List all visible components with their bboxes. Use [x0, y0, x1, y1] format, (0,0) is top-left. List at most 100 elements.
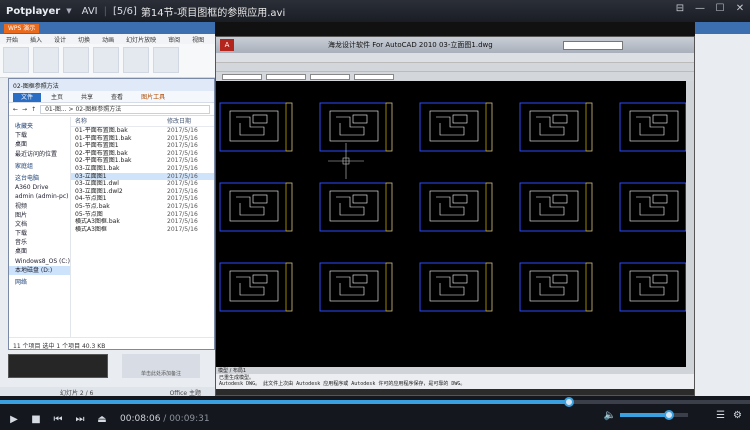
back-arrow-icon[interactable]: ←: [13, 106, 18, 113]
drawing-sheet[interactable]: [519, 102, 593, 152]
nav-item[interactable]: 最近访问的位置: [9, 150, 70, 159]
wps-menu-item[interactable]: 切换: [78, 35, 90, 44]
nav-item[interactable]: 下载: [9, 229, 70, 238]
file-row[interactable]: 02-平面布置图.bak 2017/5/16: [71, 150, 214, 158]
file-row[interactable]: 横式A3图框 2017/5/16: [71, 226, 214, 234]
wps-menu-item[interactable]: 幻灯片放映: [126, 35, 156, 44]
autocad-logo-icon[interactable]: A: [220, 39, 234, 51]
video-frame[interactable]: WPS 演示 开始 插入 设计 切换 动画 幻灯片放映 审阅 视图 02-图框参照方法 文件 …: [0, 22, 750, 396]
ribbon-button[interactable]: [63, 47, 89, 73]
brand-menu-chevron-icon[interactable]: ▼: [66, 7, 71, 15]
ribbon-button[interactable]: [153, 47, 179, 73]
file-row[interactable]: 03-立面图1 2017/5/16: [71, 172, 214, 181]
maximize-icon[interactable]: ☐: [714, 3, 726, 14]
nav-item[interactable]: 视频: [9, 202, 70, 211]
file-row[interactable]: 04-节点图1 2017/5/16: [71, 195, 214, 203]
drawing-canvas[interactable]: [216, 81, 694, 367]
drawing-sheet[interactable]: [419, 262, 493, 312]
nav-item[interactable]: 音乐: [9, 238, 70, 247]
file-row[interactable]: 03-立面图1.bak 2017/5/16: [71, 165, 214, 173]
nav-item[interactable]: 文档: [9, 220, 70, 229]
layout-tabs[interactable]: 模型 / 布局1: [216, 367, 694, 374]
slide-thumbnail[interactable]: [8, 354, 108, 378]
tab-home[interactable]: 主页: [43, 93, 71, 102]
drawing-sheet[interactable]: [519, 262, 593, 312]
ribbon-button[interactable]: [123, 47, 149, 73]
drawing-sheet[interactable]: [219, 262, 293, 312]
nav-item[interactable]: 下载: [9, 131, 70, 140]
wps-app-tab[interactable]: WPS 演示: [4, 23, 40, 33]
layer-dropdown[interactable]: [222, 73, 262, 80]
volume-icon[interactable]: 🔈: [604, 410, 616, 421]
tab-picture-tools[interactable]: 图片工具: [133, 93, 173, 102]
file-row[interactable]: 05-节点.bak 2017/5/16: [71, 203, 214, 211]
pin-icon[interactable]: ⊟: [674, 3, 686, 14]
settings-gear-icon[interactable]: ⚙: [733, 410, 742, 421]
wps-menu-item[interactable]: 设计: [54, 35, 66, 44]
player-brand[interactable]: Potplayer: [0, 6, 66, 17]
file-row[interactable]: 03-立面图1.dwl2 2017/5/16: [71, 188, 214, 196]
close-icon[interactable]: ✕: [734, 3, 746, 14]
playlist-icon[interactable]: ☰: [716, 410, 725, 421]
drawing-sheet[interactable]: [319, 262, 393, 312]
tab-share[interactable]: 共享: [73, 93, 101, 102]
ribbon-button[interactable]: [93, 47, 119, 73]
file-row[interactable]: 横式A3图框.bak 2017/5/16: [71, 218, 214, 226]
nav-item[interactable]: 本地磁盘 (D:): [9, 265, 70, 275]
nav-item[interactable]: 桌面: [9, 140, 70, 149]
help-search-input[interactable]: [562, 40, 623, 50]
file-row[interactable]: 01-平面布置图1.bak 2017/5/16: [71, 135, 214, 143]
file-row[interactable]: 02-平面布置图1.bak 2017/5/16: [71, 157, 214, 165]
drawing-sheet[interactable]: [519, 182, 593, 232]
drawing-sheet[interactable]: [219, 102, 293, 152]
drawing-sheet[interactable]: [619, 102, 693, 152]
tab-view[interactable]: 查看: [103, 93, 131, 102]
file-row[interactable]: 01-平面布置图.bak 2017/5/16: [71, 127, 214, 135]
eject-icon[interactable]: ⏏: [94, 414, 110, 425]
previous-icon[interactable]: ⏮: [50, 414, 66, 425]
ribbon-button[interactable]: [33, 47, 59, 73]
nav-item[interactable]: 家庭组: [9, 162, 70, 171]
play-icon[interactable]: ▶: [6, 414, 22, 425]
wps-menu-item[interactable]: 动画: [102, 35, 114, 44]
up-arrow-icon[interactable]: ↑: [31, 106, 36, 113]
minimize-icon[interactable]: —: [694, 3, 706, 14]
drawing-sheet[interactable]: [319, 102, 393, 152]
linetype-dropdown[interactable]: [310, 73, 350, 80]
nav-item[interactable]: 桌面: [9, 247, 70, 256]
column-name[interactable]: 名称: [71, 117, 167, 126]
seek-handle[interactable]: [563, 397, 574, 407]
file-row[interactable]: 05-节点图 2017/5/16: [71, 211, 214, 219]
command-line[interactable]: 已重生成模型。 Autodesk DWG。 此文件上次由 Autodesk 应用…: [216, 374, 694, 390]
nav-item[interactable]: admin (admin-pc): [9, 192, 70, 201]
stop-icon[interactable]: ■: [28, 414, 44, 425]
nav-item[interactable]: 这台电脑: [9, 174, 70, 183]
drawing-sheet[interactable]: [419, 102, 493, 152]
drawing-sheet[interactable]: [319, 182, 393, 232]
drawing-sheet[interactable]: [619, 262, 693, 312]
file-row[interactable]: 03-立面图1.dwl 2017/5/16: [71, 180, 214, 188]
autocad-toolbar[interactable]: [216, 62, 694, 71]
autocad-menu-bar[interactable]: [216, 53, 694, 62]
wps-menu-item[interactable]: 插入: [30, 35, 42, 44]
seek-bar[interactable]: [0, 397, 750, 407]
nav-item[interactable]: 图片: [9, 211, 70, 220]
tab-file[interactable]: 文件: [13, 93, 42, 102]
drawing-sheet[interactable]: [619, 182, 693, 232]
notes-placeholder[interactable]: 单击此处添加备注: [122, 354, 200, 378]
drawing-sheet[interactable]: [219, 182, 293, 232]
lineweight-dropdown[interactable]: [354, 73, 394, 80]
volume-handle[interactable]: [663, 410, 674, 420]
next-icon[interactable]: ⏭: [72, 414, 88, 425]
column-date[interactable]: 修改日期: [167, 117, 191, 126]
breadcrumb[interactable]: 01-图... > 02-图框参照方法: [40, 104, 210, 114]
volume-slider[interactable]: [620, 410, 688, 420]
vertical-scrollbar[interactable]: [686, 81, 694, 367]
nav-item[interactable]: 网络: [9, 278, 70, 287]
forward-arrow-icon[interactable]: →: [22, 106, 27, 113]
nav-item[interactable]: A360 Drive: [9, 183, 70, 192]
color-dropdown[interactable]: [266, 73, 306, 80]
drawing-sheet[interactable]: [419, 182, 493, 232]
wps-menu-item[interactable]: 审阅: [168, 35, 180, 44]
ribbon-button[interactable]: [3, 47, 29, 73]
